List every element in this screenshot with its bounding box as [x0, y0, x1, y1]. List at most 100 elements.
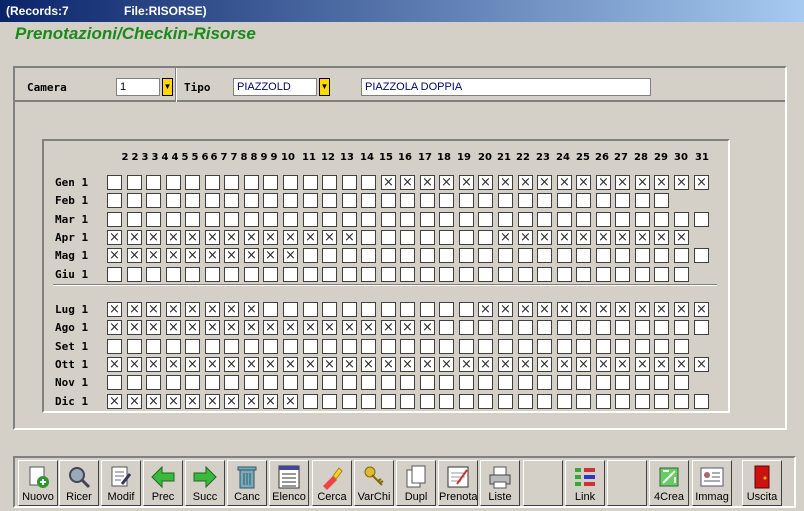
day-cell[interactable] [518, 394, 533, 409]
day-cell[interactable] [185, 212, 200, 227]
day-cell[interactable] [654, 175, 669, 190]
day-cell[interactable] [557, 193, 572, 208]
day-cell[interactable] [166, 175, 181, 190]
day-cell[interactable] [537, 175, 552, 190]
day-cell[interactable] [439, 267, 454, 282]
day-cell[interactable] [244, 267, 259, 282]
day-cell[interactable] [205, 302, 220, 317]
day-cell[interactable] [498, 230, 513, 245]
day-cell[interactable] [263, 230, 278, 245]
day-cell[interactable] [694, 394, 709, 409]
day-cell[interactable] [420, 320, 435, 335]
day-cell[interactable] [557, 394, 572, 409]
day-cell[interactable] [244, 320, 259, 335]
day-cell[interactable] [537, 375, 552, 390]
day-cell[interactable] [224, 230, 239, 245]
day-cell[interactable] [224, 193, 239, 208]
day-cell[interactable] [107, 302, 122, 317]
day-cell[interactable] [166, 320, 181, 335]
day-cell[interactable] [420, 193, 435, 208]
day-cell[interactable] [654, 394, 669, 409]
day-cell[interactable] [439, 248, 454, 263]
varchi-button[interactable]: VarChi [354, 460, 394, 506]
day-cell[interactable] [166, 267, 181, 282]
day-cell[interactable] [224, 375, 239, 390]
day-cell[interactable] [205, 394, 220, 409]
day-cell[interactable] [322, 248, 337, 263]
day-cell[interactable] [146, 302, 161, 317]
day-cell[interactable] [459, 267, 474, 282]
prec-button[interactable]: Prec [143, 460, 183, 506]
day-cell[interactable] [498, 357, 513, 372]
day-cell[interactable] [244, 339, 259, 354]
day-cell[interactable] [674, 267, 689, 282]
day-cell[interactable] [107, 320, 122, 335]
day-cell[interactable] [342, 394, 357, 409]
day-cell[interactable] [615, 339, 630, 354]
day-cell[interactable] [478, 248, 493, 263]
day-cell[interactable] [596, 394, 611, 409]
day-cell[interactable] [127, 248, 142, 263]
day-cell[interactable] [615, 230, 630, 245]
day-cell[interactable] [615, 212, 630, 227]
day-cell[interactable] [654, 212, 669, 227]
day-cell[interactable] [381, 212, 396, 227]
day-cell[interactable] [635, 175, 650, 190]
day-cell[interactable] [283, 267, 298, 282]
day-cell[interactable] [205, 248, 220, 263]
day-cell[interactable] [263, 339, 278, 354]
day-cell[interactable] [596, 212, 611, 227]
day-cell[interactable] [557, 175, 572, 190]
day-cell[interactable] [283, 230, 298, 245]
day-cell[interactable] [596, 230, 611, 245]
day-cell[interactable] [400, 339, 415, 354]
day-cell[interactable] [439, 175, 454, 190]
day-cell[interactable] [518, 320, 533, 335]
day-cell[interactable] [263, 248, 278, 263]
day-cell[interactable] [537, 357, 552, 372]
day-cell[interactable] [537, 248, 552, 263]
day-cell[interactable] [635, 212, 650, 227]
day-cell[interactable] [420, 230, 435, 245]
day-cell[interactable] [166, 375, 181, 390]
day-cell[interactable] [615, 248, 630, 263]
day-cell[interactable] [342, 212, 357, 227]
day-cell[interactable] [381, 394, 396, 409]
day-cell[interactable] [615, 193, 630, 208]
day-cell[interactable] [107, 193, 122, 208]
day-cell[interactable] [361, 339, 376, 354]
day-cell[interactable] [342, 320, 357, 335]
day-cell[interactable] [322, 175, 337, 190]
day-cell[interactable] [303, 339, 318, 354]
day-cell[interactable] [342, 248, 357, 263]
day-cell[interactable] [322, 193, 337, 208]
day-cell[interactable] [146, 320, 161, 335]
day-cell[interactable] [518, 302, 533, 317]
day-cell[interactable] [224, 394, 239, 409]
day-cell[interactable] [439, 394, 454, 409]
day-cell[interactable] [674, 230, 689, 245]
day-cell[interactable] [127, 339, 142, 354]
day-cell[interactable] [518, 339, 533, 354]
day-cell[interactable] [185, 320, 200, 335]
day-cell[interactable] [127, 212, 142, 227]
day-cell[interactable] [166, 193, 181, 208]
day-cell[interactable] [342, 175, 357, 190]
day-cell[interactable] [342, 193, 357, 208]
day-cell[interactable] [557, 230, 572, 245]
day-cell[interactable] [263, 394, 278, 409]
day-cell[interactable] [400, 320, 415, 335]
day-cell[interactable] [185, 267, 200, 282]
day-cell[interactable] [303, 302, 318, 317]
day-cell[interactable] [303, 193, 318, 208]
day-cell[interactable] [596, 320, 611, 335]
day-cell[interactable] [244, 375, 259, 390]
day-cell[interactable] [557, 267, 572, 282]
day-cell[interactable] [459, 339, 474, 354]
day-cell[interactable] [205, 339, 220, 354]
day-cell[interactable] [342, 339, 357, 354]
day-cell[interactable] [596, 267, 611, 282]
day-cell[interactable] [420, 394, 435, 409]
day-cell[interactable] [635, 267, 650, 282]
day-cell[interactable] [361, 357, 376, 372]
